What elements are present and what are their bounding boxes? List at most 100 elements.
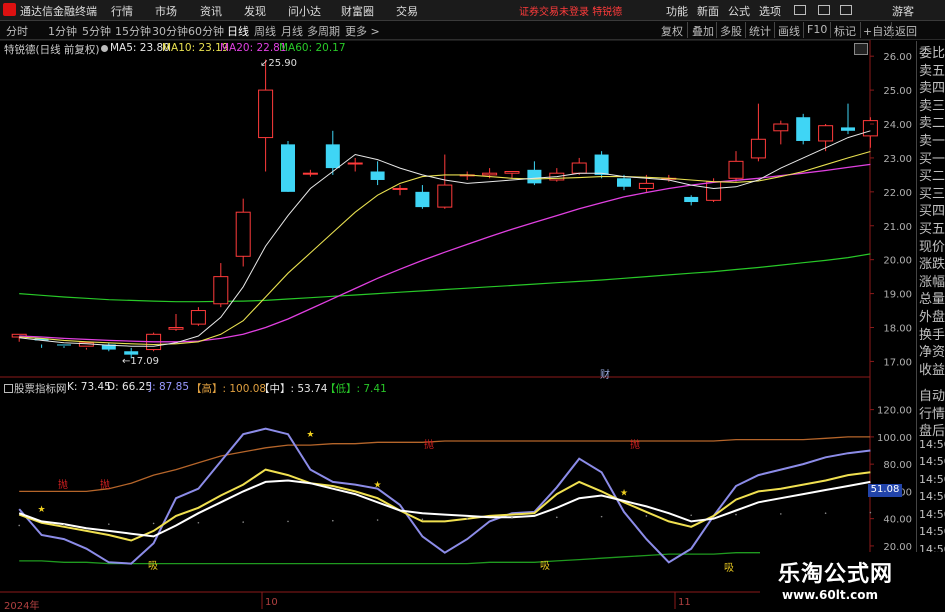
price-axis-label: 22.00 bbox=[883, 188, 912, 199]
indicator-axis-label: 40.00 bbox=[883, 515, 912, 526]
side-panel-item[interactable]: 买二 bbox=[919, 165, 945, 184]
low-price-marker: ←17.09 bbox=[122, 356, 160, 367]
price-axis-label: 18.00 bbox=[883, 324, 912, 335]
candle-down bbox=[841, 127, 855, 131]
side-panel-item[interactable]: 涨幅 bbox=[919, 271, 945, 290]
candle-up bbox=[168, 327, 184, 330]
side-panel-item[interactable]: 自动 bbox=[919, 385, 945, 404]
signal-star-icon: ★ bbox=[38, 505, 46, 515]
indicator-dot bbox=[287, 520, 289, 523]
indicator-dot bbox=[108, 523, 110, 525]
candle-down bbox=[594, 154, 609, 175]
indicator-dot bbox=[556, 516, 558, 519]
indicator-green-line bbox=[19, 552, 871, 565]
watermark-url: www.60lt.com bbox=[782, 588, 879, 602]
candle-up bbox=[213, 276, 229, 305]
indicator-dot bbox=[735, 513, 737, 516]
indicator-dot bbox=[376, 519, 379, 521]
candle-down bbox=[325, 144, 340, 169]
indicator-axis-label: 120.00 bbox=[877, 406, 912, 417]
candle-up bbox=[571, 162, 587, 174]
side-panel-item[interactable]: 卖一 bbox=[919, 130, 945, 149]
side-panel-item[interactable]: 14:50 bbox=[919, 525, 945, 538]
side-panel-item[interactable]: 买三 bbox=[919, 183, 945, 202]
candle-down bbox=[370, 171, 385, 180]
indicator-dot bbox=[197, 521, 200, 524]
candle-down bbox=[124, 351, 139, 355]
indicator-axis-label: 80.00 bbox=[883, 460, 912, 471]
indicator-dot bbox=[421, 518, 424, 521]
side-panel-item[interactable]: 14:50 bbox=[919, 473, 945, 486]
candle-up bbox=[190, 310, 206, 325]
signal-star-icon: ★ bbox=[306, 430, 314, 440]
indicator-dot bbox=[600, 515, 603, 518]
side-panel-item[interactable]: 现价 bbox=[919, 236, 945, 255]
candle-down bbox=[617, 178, 631, 187]
price-axis-label: 19.00 bbox=[883, 290, 912, 301]
indicator-dot bbox=[466, 517, 469, 520]
side-panel-item[interactable]: 总量 bbox=[919, 288, 945, 307]
candle-up bbox=[773, 123, 789, 132]
buy-signal-label: 吸 bbox=[540, 561, 550, 572]
side-panel-item[interactable]: 行情 bbox=[919, 403, 945, 422]
side-panel-item[interactable]: 卖三 bbox=[919, 95, 945, 114]
price-axis-label: 23.00 bbox=[883, 154, 912, 165]
price-axis-label: 25.00 bbox=[883, 86, 912, 97]
side-panel-item[interactable]: 14:50 bbox=[919, 490, 945, 503]
candle-up bbox=[818, 125, 834, 142]
sell-signal-label: 抛 bbox=[630, 440, 640, 451]
side-panel-item[interactable]: 换手 bbox=[919, 324, 945, 343]
side-panel-item[interactable]: 净资 bbox=[919, 341, 945, 360]
candle-up bbox=[302, 172, 318, 175]
indicator-k-line bbox=[18, 479, 871, 538]
candle-down bbox=[415, 191, 430, 208]
side-panel-item[interactable]: 14:50 bbox=[919, 438, 945, 451]
candle-up bbox=[347, 162, 363, 165]
signal-star-icon: ★ bbox=[620, 488, 628, 498]
watermark-logo: 乐淘公式网 bbox=[778, 562, 894, 587]
side-panel-item[interactable]: 买四 bbox=[919, 200, 945, 219]
candle-down bbox=[57, 344, 71, 346]
candle-up bbox=[235, 211, 251, 257]
date-label-oct: 10 bbox=[265, 597, 278, 608]
candle-up bbox=[862, 120, 878, 137]
indicator-dot bbox=[242, 521, 244, 523]
side-panel-item[interactable]: 买一 bbox=[919, 148, 945, 167]
side-panel-item[interactable]: 卖二 bbox=[919, 112, 945, 131]
indicator-dot bbox=[63, 524, 65, 526]
sell-signal-label: 抛 bbox=[58, 480, 68, 491]
price-axis-label: 17.00 bbox=[883, 357, 912, 368]
side-panel-item[interactable]: 卖五 bbox=[919, 60, 945, 79]
finance-report-mark[interactable]: 财 bbox=[600, 366, 610, 381]
indicator-dot bbox=[152, 522, 155, 525]
side-panel-item[interactable]: 收益 bbox=[919, 359, 945, 378]
side-panel-item[interactable]: 盘后 bbox=[919, 420, 945, 439]
buy-signal-label: 吸 bbox=[724, 563, 734, 574]
kline-chart[interactable]: ★ ★ ★ ★ 26.00 25.00 24.00 23.00 22.00 21.00 20.00… bbox=[0, 0, 945, 609]
side-panel-item[interactable]: 14:50 bbox=[919, 455, 945, 468]
side-panel-item[interactable]: 卖四 bbox=[919, 77, 945, 96]
buy-signal-label: 吸 bbox=[148, 561, 158, 572]
candle-up bbox=[638, 182, 654, 189]
indicator-dot bbox=[780, 513, 782, 515]
ma60-line bbox=[19, 253, 871, 303]
side-panel-item[interactable]: 14:50 bbox=[919, 508, 945, 521]
candle-up bbox=[750, 138, 766, 159]
side-panel-item[interactable]: 外盘 bbox=[919, 306, 945, 325]
side-panel-item[interactable]: 买五 bbox=[919, 218, 945, 237]
date-label-2024: 2024年 bbox=[4, 601, 40, 612]
candle-down bbox=[796, 117, 811, 141]
indicator-dot bbox=[869, 511, 872, 514]
indicator-dot bbox=[645, 515, 648, 517]
sell-signal-label: 抛 bbox=[100, 480, 110, 491]
side-panel-item[interactable]: 涨跌 bbox=[919, 253, 945, 272]
candle-up bbox=[728, 160, 744, 179]
indicator-dot bbox=[511, 517, 513, 519]
side-panel-item[interactable]: 委比 bbox=[919, 42, 945, 61]
candle-down bbox=[281, 144, 295, 192]
candle-down bbox=[527, 169, 542, 184]
candle-up bbox=[437, 184, 453, 208]
indicator-dot bbox=[18, 524, 21, 527]
candle-up bbox=[706, 181, 722, 201]
sell-signal-label: 抛 bbox=[424, 440, 434, 451]
